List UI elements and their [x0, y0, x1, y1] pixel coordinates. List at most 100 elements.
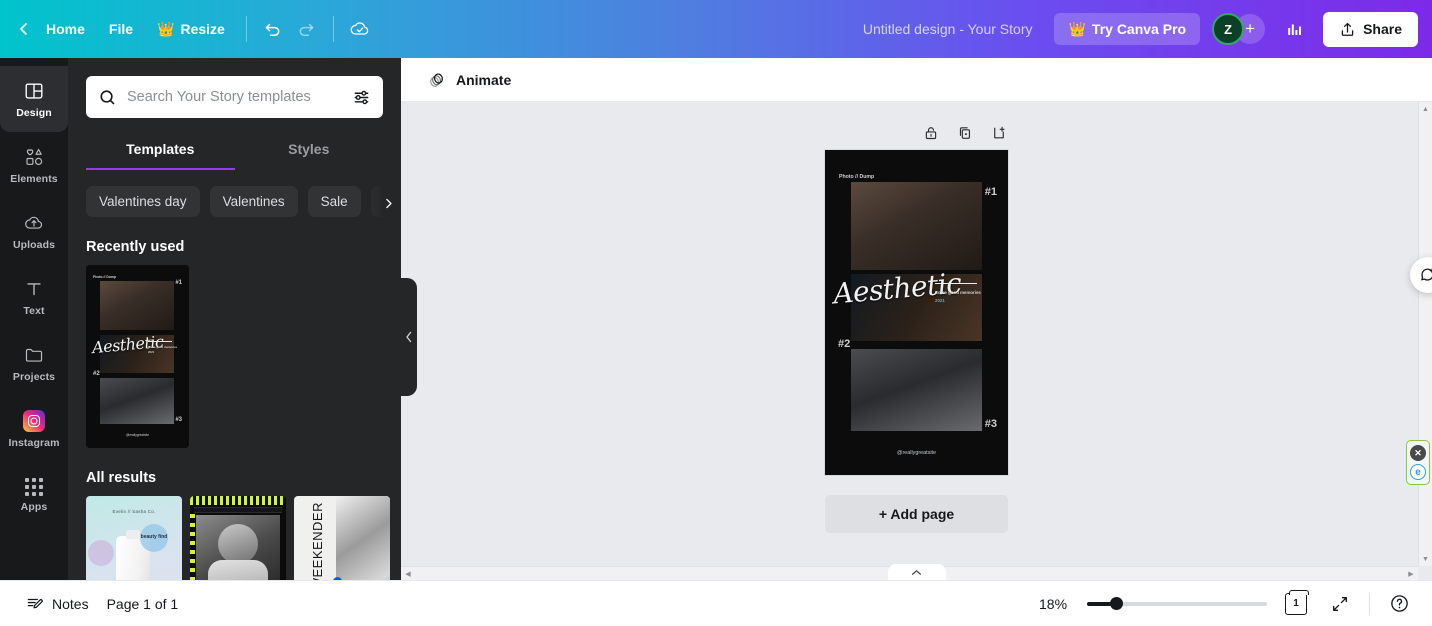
- notes-button[interactable]: Notes: [18, 589, 97, 619]
- search-input[interactable]: [127, 89, 342, 105]
- sidebar-item-label: Elements: [10, 172, 58, 185]
- resize-label: Resize: [180, 21, 225, 37]
- design-handle: @reallygreatsite: [896, 450, 937, 456]
- add-page-icon[interactable]: [990, 124, 1008, 142]
- page-indicator: Page 1 of 1: [106, 595, 179, 612]
- canvas-vertical-scrollbar[interactable]: ▲ ▼: [1418, 102, 1432, 566]
- sidebar-item-label: Apps: [20, 500, 48, 513]
- document-title-input[interactable]: Untitled design - Your Story: [851, 14, 1045, 44]
- search-box[interactable]: [86, 76, 383, 118]
- top-toolbar: Home File 👑 Resize Untitled design - You: [0, 0, 1432, 58]
- sidebar-item-label: Text: [23, 304, 45, 317]
- floating-extension-widget: ✕ e: [1406, 440, 1430, 485]
- design-caption-1: Some good memories: [148, 345, 178, 349]
- sidebar-item-instagram[interactable]: Instagram: [0, 396, 68, 462]
- editor-body: Design Elements Uploads Text Projects In…: [0, 58, 1432, 580]
- sidebar-item-elements[interactable]: Elements: [0, 132, 68, 198]
- zoom-slider[interactable]: [1087, 596, 1267, 612]
- canvas-area[interactable]: Photo // Dump #1 Aesthetic Some good mem…: [401, 102, 1432, 580]
- recently-used-template[interactable]: Photo // Dump #1 Aesthetic Some good mem…: [86, 265, 189, 448]
- shapes-icon: [26, 148, 43, 165]
- close-icon[interactable]: ✕: [1410, 445, 1426, 461]
- zoom-slider-knob[interactable]: [1110, 597, 1124, 610]
- add-page-button[interactable]: + Add page: [825, 495, 1008, 533]
- design-header-text: Photo // Dump: [93, 275, 116, 279]
- sidebar-item-label: Projects: [12, 370, 56, 383]
- scroll-right-icon[interactable]: ▶: [1404, 570, 1418, 578]
- design-tag-1: #1: [175, 280, 182, 286]
- template-card-weekender[interactable]: WEEKENDER: [294, 496, 390, 580]
- cloud-check-icon[interactable]: [343, 12, 377, 46]
- add-comment-icon[interactable]: [1410, 257, 1432, 293]
- pages-stack-icon[interactable]: 1: [1281, 589, 1311, 619]
- bar-chart-icon[interactable]: [1277, 12, 1313, 46]
- help-question-icon[interactable]: [1384, 589, 1414, 619]
- top-toolbar-right: Untitled design - Your Story 👑 Try Canva…: [851, 0, 1432, 58]
- search-section: [68, 58, 401, 118]
- sidebar-item-uploads[interactable]: Uploads: [0, 198, 68, 264]
- filter-sliders-icon: [354, 90, 369, 104]
- apps-grid-icon: [25, 477, 43, 496]
- file-menu-button[interactable]: File: [97, 14, 145, 44]
- template-card-name[interactable]: NAME: [190, 496, 286, 580]
- animate-button[interactable]: Animate: [419, 64, 519, 96]
- editor-toolbar: Animate: [401, 58, 1432, 102]
- toolbar-divider-1: [245, 16, 247, 42]
- card-brand: Evelin // Sasha Co.: [112, 509, 156, 514]
- sidebar-item-text[interactable]: Text: [0, 264, 68, 330]
- editor-main: Animate Photo // Dump #1 Aesthetic Some …: [401, 58, 1432, 580]
- collapse-panel-button[interactable]: [401, 278, 417, 396]
- home-button[interactable]: Home: [34, 14, 97, 44]
- tab-templates[interactable]: Templates: [86, 132, 235, 170]
- back-chevron-icon[interactable]: [14, 19, 34, 39]
- panel-tabs: Templates Styles: [68, 132, 401, 170]
- crown-icon: 👑: [157, 21, 175, 37]
- results-grid: Evelin // Sasha Co. beauty find TINTED D…: [86, 496, 390, 580]
- notes-label: Notes: [52, 595, 89, 612]
- expand-arrows-icon[interactable]: [1325, 589, 1355, 619]
- text-t-icon: [27, 282, 41, 295]
- design-header-text: Photo // Dump: [839, 174, 875, 180]
- layout-grid-icon: [25, 82, 43, 99]
- design-tag-2: #2: [838, 338, 851, 350]
- chip-valentines-day[interactable]: Valentines day: [86, 186, 200, 217]
- undo-icon[interactable]: [256, 12, 290, 46]
- redo-icon[interactable]: [290, 12, 324, 46]
- top-toolbar-left: Home File 👑 Resize: [0, 0, 377, 58]
- collapse-canvas-button[interactable]: [887, 564, 946, 580]
- all-results-title: All results: [86, 470, 157, 486]
- animate-label: Animate: [456, 71, 512, 88]
- sidebar-item-apps[interactable]: Apps: [0, 462, 68, 528]
- scroll-down-icon[interactable]: ▼: [1419, 552, 1432, 566]
- tab-styles[interactable]: Styles: [235, 132, 384, 170]
- card-badge: beauty find: [140, 524, 168, 552]
- template-card-sunscreen[interactable]: Evelin // Sasha Co. beauty find TINTED D…: [86, 496, 182, 580]
- design-page[interactable]: Photo // Dump #1 Aesthetic Some good mem…: [825, 150, 1008, 475]
- sidebar-item-design[interactable]: Design: [0, 66, 68, 132]
- scroll-left-icon[interactable]: ◀: [401, 570, 415, 578]
- chip-valentines[interactable]: Valentines: [209, 186, 298, 217]
- story-design: Photo // Dump #1 Aesthetic Some good mem…: [825, 150, 1008, 475]
- sidebar-item-projects[interactable]: Projects: [0, 330, 68, 396]
- share-upload-icon: [1341, 22, 1354, 36]
- card-title-line1: WEEKENDER: [310, 502, 325, 580]
- try-canva-pro-button[interactable]: 👑 Try Canva Pro: [1054, 13, 1201, 45]
- page-tools: [825, 124, 1008, 142]
- avatar[interactable]: Z: [1212, 13, 1245, 45]
- design-caption-2: 2021: [935, 298, 945, 303]
- e-badge-icon[interactable]: e: [1410, 464, 1426, 480]
- sidebar-item-label: Uploads: [12, 238, 56, 251]
- resize-button[interactable]: 👑 Resize: [145, 14, 237, 44]
- chevron-right-icon[interactable]: [363, 186, 401, 217]
- toolbar-divider-2: [332, 16, 334, 42]
- duplicate-icon[interactable]: [956, 124, 974, 142]
- share-button[interactable]: Share: [1323, 11, 1418, 47]
- lock-icon[interactable]: [922, 124, 940, 142]
- try-canva-pro-label: Try Canva Pro: [1091, 21, 1187, 37]
- bottom-bar-divider: [1369, 592, 1370, 615]
- file-label: File: [108, 21, 134, 37]
- scroll-up-icon[interactable]: ▲: [1419, 102, 1432, 116]
- collaborators: Z +: [1212, 13, 1266, 45]
- chip-sale[interactable]: Sale: [307, 186, 361, 217]
- design-caption-1: Some good memories: [935, 290, 981, 295]
